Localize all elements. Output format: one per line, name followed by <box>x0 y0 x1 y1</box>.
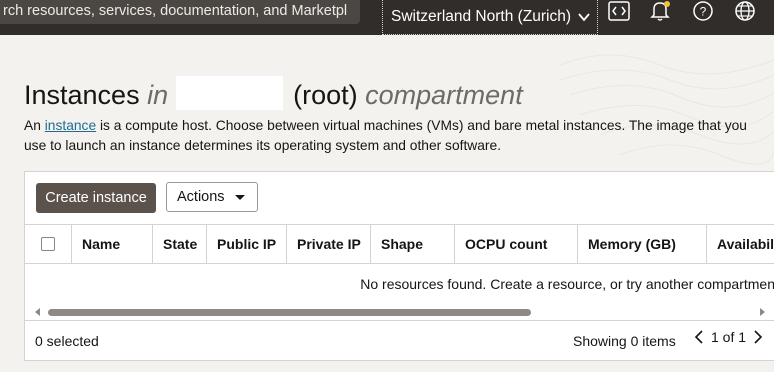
region-selector[interactable]: Switzerland North (Zurich) <box>382 0 598 35</box>
column-header-name[interactable]: Name <box>72 225 153 263</box>
instances-panel: Create instance Actions Name State Publi… <box>24 171 774 361</box>
search-input[interactable]: rch resources, services, documentation, … <box>0 0 360 24</box>
redacted-compartment-name <box>176 76 284 110</box>
help-icon[interactable]: ? <box>690 0 716 22</box>
instance-link[interactable]: instance <box>45 118 96 133</box>
scroll-left-icon[interactable] <box>35 308 40 316</box>
top-navigation-bar: rch resources, services, documentation, … <box>0 0 774 35</box>
svg-text:?: ? <box>700 5 707 19</box>
table-header: Name State Public IP Private IP Shape OC… <box>25 224 774 264</box>
chevron-down-icon <box>578 13 590 22</box>
column-header-private-ip[interactable]: Private IP <box>287 225 371 263</box>
title-root: (root) <box>293 80 358 110</box>
column-header-availability[interactable]: Availabil <box>707 225 774 263</box>
page-indicator: 1 of 1 <box>711 329 747 345</box>
horizontal-scrollbar[interactable] <box>25 305 774 319</box>
page-description: An instance is a compute host. Choose be… <box>24 116 769 155</box>
create-instance-button[interactable]: Create instance <box>36 183 156 213</box>
bell-icon[interactable] <box>647 0 673 22</box>
chevron-right-icon[interactable] <box>752 329 764 345</box>
code-icon[interactable] <box>606 0 632 22</box>
desc-prefix: An <box>24 118 41 133</box>
globe-icon[interactable] <box>732 0 758 22</box>
region-label: Switzerland North (Zurich) <box>391 8 572 25</box>
column-header-shape[interactable]: Shape <box>371 225 455 263</box>
items-count: Showing 0 items <box>573 333 676 349</box>
title-in: in <box>147 80 169 110</box>
caret-down-icon <box>234 194 245 200</box>
page-title: Instances in (root) compartment <box>24 70 523 114</box>
column-header-public-ip[interactable]: Public IP <box>207 225 287 263</box>
desc-text: is a compute host. Choose between virtua… <box>24 118 747 153</box>
scroll-right-icon[interactable] <box>760 308 765 316</box>
empty-table-message: No resources found. Create a resource, o… <box>360 276 774 292</box>
title-main: Instances <box>24 80 140 110</box>
scroll-thumb[interactable] <box>48 309 531 316</box>
actions-menu-button[interactable]: Actions <box>166 182 258 212</box>
select-all-cell <box>25 225 72 263</box>
column-header-memory[interactable]: Memory (GB) <box>578 225 707 263</box>
actions-label: Actions <box>177 189 225 205</box>
pagination: 1 of 1 <box>693 329 764 345</box>
select-all-checkbox[interactable] <box>41 237 55 251</box>
selected-count: 0 selected <box>35 333 99 349</box>
column-header-state[interactable]: State <box>153 225 207 263</box>
column-header-ocpu-count[interactable]: OCPU count <box>455 225 578 263</box>
chevron-left-icon[interactable] <box>693 329 705 345</box>
table-footer: 0 selected Showing 0 items 1 of 1 <box>25 320 774 360</box>
title-compartment: compartment <box>365 80 523 110</box>
